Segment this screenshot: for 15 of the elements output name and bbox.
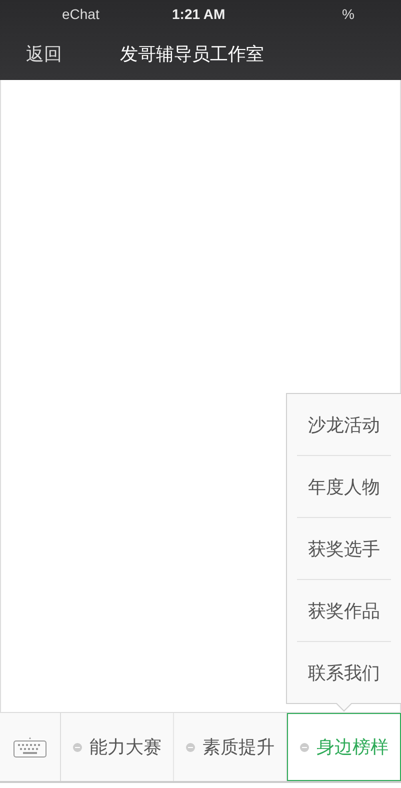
submenu-item[interactable]: 联系我们 xyxy=(287,642,401,703)
back-button[interactable]: 返回 xyxy=(26,42,120,66)
battery-percent: % xyxy=(342,6,354,22)
submenu-indicator-icon xyxy=(72,742,82,752)
submenu-indicator-icon xyxy=(300,742,308,752)
keyboard-icon xyxy=(13,736,47,758)
submenu-item[interactable]: 沙龙活动 xyxy=(287,394,401,455)
page-title: 发哥辅导员工作室 xyxy=(120,42,264,66)
submenu-item[interactable]: 获奖选手 xyxy=(287,518,401,579)
submenu-item[interactable]: 年度人物 xyxy=(287,456,401,517)
submenu-item[interactable]: 获奖作品 xyxy=(287,580,401,641)
carrier-name: eChat xyxy=(62,6,100,22)
submenu-indicator-icon xyxy=(186,742,194,752)
menu-tab[interactable]: 能力大赛 xyxy=(61,713,174,781)
status-time: 1:21 AM xyxy=(172,6,226,22)
